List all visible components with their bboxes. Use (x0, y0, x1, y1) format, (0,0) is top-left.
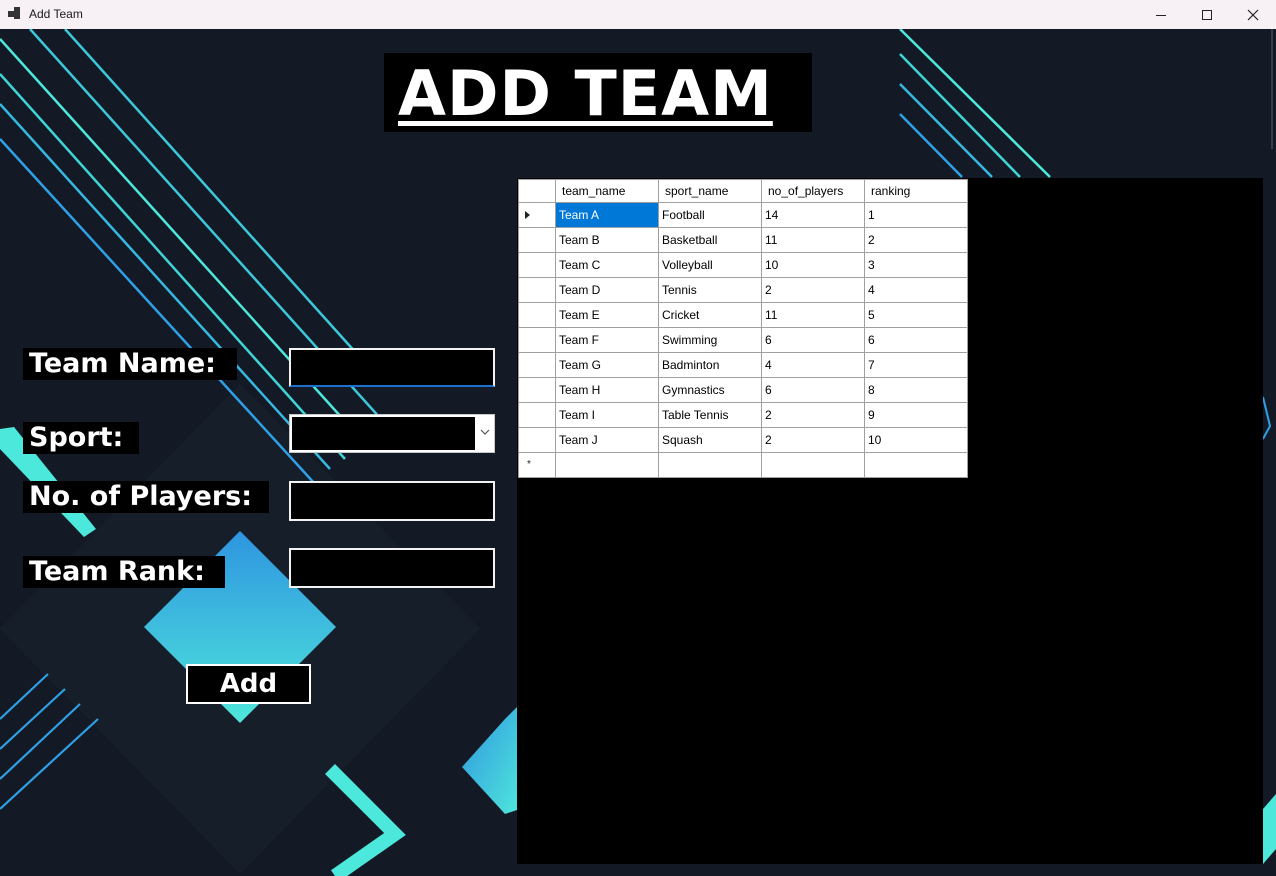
row-header[interactable] (518, 202, 556, 228)
table-row[interactable]: Team E Cricket 11 5 (518, 302, 968, 328)
page-heading: ADD TEAM (384, 53, 812, 132)
maximize-icon (1202, 9, 1212, 20)
table-row[interactable]: Team H Gymnastics 6 8 (518, 377, 968, 403)
table-cell[interactable] (658, 452, 762, 478)
table-cell[interactable]: 9 (864, 402, 968, 428)
table-cell[interactable]: Team E (555, 302, 659, 328)
new-row[interactable]: * (518, 452, 968, 478)
row-header[interactable] (518, 227, 556, 253)
players-label: No. of Players: (23, 481, 269, 513)
row-header[interactable] (518, 377, 556, 403)
table-cell[interactable]: Team C (555, 252, 659, 278)
table-row[interactable]: Team C Volleyball 10 3 (518, 252, 968, 278)
row-header[interactable] (518, 277, 556, 303)
teams-data-grid[interactable]: team_name sport_name no_of_players ranki… (517, 178, 1263, 864)
minimize-button[interactable] (1138, 0, 1184, 29)
table-cell[interactable]: 10 (864, 427, 968, 453)
column-header-no-of-players[interactable]: no_of_players (761, 179, 865, 203)
table-cell[interactable]: Team F (555, 327, 659, 353)
table-cell[interactable]: Team G (555, 352, 659, 378)
table-cell[interactable]: 4 (864, 277, 968, 303)
table-cell[interactable]: 3 (864, 252, 968, 278)
row-header[interactable]: * (518, 452, 556, 478)
rank-input[interactable] (289, 548, 495, 588)
table-cell[interactable]: 5 (864, 302, 968, 328)
rank-label: Team Rank: (23, 556, 225, 588)
sport-select-value (292, 417, 475, 450)
table-cell[interactable]: Team H (555, 377, 659, 403)
table-cell[interactable]: Football (658, 202, 762, 228)
table-cell[interactable]: Tennis (658, 277, 762, 303)
maximize-button[interactable] (1184, 0, 1230, 29)
table-cell[interactable]: 11 (761, 302, 865, 328)
table-header-row: team_name sport_name no_of_players ranki… (518, 179, 968, 203)
column-header-sport-name[interactable]: sport_name (658, 179, 762, 203)
table-cell[interactable]: 10 (761, 252, 865, 278)
table-cell[interactable]: 7 (864, 352, 968, 378)
app-icon (8, 7, 20, 19)
table-cell[interactable]: Cricket (658, 302, 762, 328)
table-cell[interactable]: Badminton (658, 352, 762, 378)
row-header[interactable] (518, 327, 556, 353)
table-cell[interactable]: 14 (761, 202, 865, 228)
row-header[interactable] (518, 252, 556, 278)
table-cell[interactable] (555, 452, 659, 478)
teams-table[interactable]: team_name sport_name no_of_players ranki… (518, 179, 968, 478)
close-icon (1247, 9, 1259, 20)
row-header[interactable] (518, 302, 556, 328)
table-cell[interactable]: 2 (761, 402, 865, 428)
team-name-label: Team Name: (23, 348, 237, 380)
table-cell[interactable] (864, 452, 968, 478)
table-cell[interactable]: Gymnastics (658, 377, 762, 403)
table-cell[interactable]: Team A (555, 202, 659, 228)
row-header-corner (518, 179, 556, 203)
add-button[interactable]: Add (186, 664, 311, 704)
form-client-area: ADD TEAM Team Name: Sport: No. of Player… (0, 29, 1276, 876)
row-header[interactable] (518, 427, 556, 453)
sport-select[interactable] (289, 414, 495, 453)
table-cell[interactable]: Team B (555, 227, 659, 253)
table-row[interactable]: Team J Squash 2 10 (518, 427, 968, 453)
table-cell[interactable]: 1 (864, 202, 968, 228)
row-header[interactable] (518, 402, 556, 428)
window-title: Add Team (29, 7, 83, 21)
minimize-icon (1156, 14, 1166, 16)
table-row[interactable]: Team F Swimming 6 6 (518, 327, 968, 353)
table-cell[interactable]: Basketball (658, 227, 762, 253)
table-row[interactable]: Team I Table Tennis 2 9 (518, 402, 968, 428)
table-cell[interactable]: 8 (864, 377, 968, 403)
current-row-arrow-icon (525, 211, 530, 219)
table-cell[interactable]: 2 (761, 277, 865, 303)
table-cell[interactable] (761, 452, 865, 478)
table-row[interactable]: Team D Tennis 2 4 (518, 277, 968, 303)
players-input[interactable] (289, 481, 495, 521)
close-button[interactable] (1230, 0, 1276, 29)
column-header-team-name[interactable]: team_name (555, 179, 659, 203)
table-cell[interactable]: 6 (864, 327, 968, 353)
table-cell[interactable]: 2 (864, 227, 968, 253)
table-cell[interactable]: Team I (555, 402, 659, 428)
team-name-input[interactable] (289, 348, 495, 387)
sport-label: Sport: (23, 422, 139, 454)
chevron-down-icon (480, 429, 490, 435)
table-cell[interactable]: 4 (761, 352, 865, 378)
table-cell[interactable]: Squash (658, 427, 762, 453)
table-cell[interactable]: Team D (555, 277, 659, 303)
table-cell[interactable]: Team J (555, 427, 659, 453)
table-row[interactable]: Team A Football 14 1 (518, 202, 968, 228)
table-cell[interactable]: Volleyball (658, 252, 762, 278)
table-cell[interactable]: Table Tennis (658, 402, 762, 428)
table-cell[interactable]: 6 (761, 327, 865, 353)
new-row-icon: * (527, 459, 531, 470)
table-row[interactable]: Team G Badminton 4 7 (518, 352, 968, 378)
table-cell[interactable]: 2 (761, 427, 865, 453)
table-cell[interactable]: 6 (761, 377, 865, 403)
table-cell[interactable]: Swimming (658, 327, 762, 353)
row-header[interactable] (518, 352, 556, 378)
table-cell[interactable]: 11 (761, 227, 865, 253)
table-row[interactable]: Team B Basketball 11 2 (518, 227, 968, 253)
window-title-bar[interactable]: Add Team (0, 0, 1276, 29)
page-heading-text: ADD TEAM (398, 57, 773, 130)
column-header-ranking[interactable]: ranking (864, 179, 968, 203)
